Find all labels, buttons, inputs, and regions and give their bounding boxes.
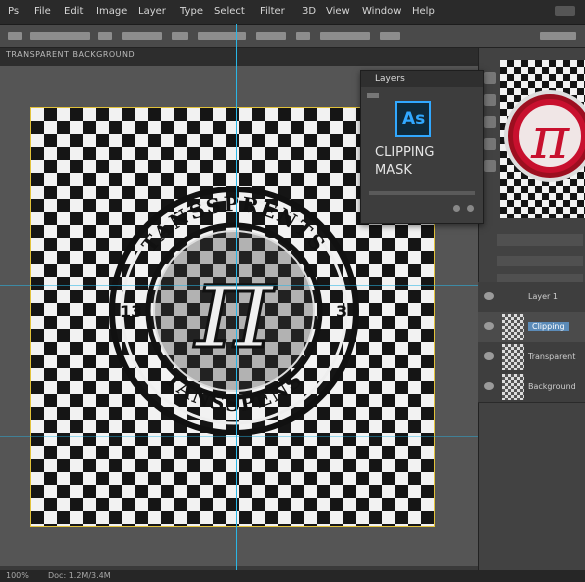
layer-row[interactable]: Background: [478, 372, 585, 403]
option-field[interactable]: [30, 32, 90, 40]
horizontal-guide[interactable]: [0, 436, 478, 437]
panel-tool-icon[interactable]: [484, 138, 496, 150]
layer-name: Background: [528, 382, 576, 391]
status-bar: 100% Doc: 1.2M/3.4M: [0, 570, 585, 582]
preview-pi-glyph: π: [530, 104, 570, 172]
menu-bar: Ps File Edit Image Layer Type Select Fil…: [0, 0, 585, 25]
document-tab[interactable]: TRANSPARENT BACKGROUND: [6, 50, 135, 59]
menu-file[interactable]: File: [34, 6, 51, 17]
mask-icon[interactable]: [453, 205, 460, 212]
layer-name: Clipping: [528, 322, 569, 331]
eye-icon[interactable]: [484, 322, 494, 330]
layer-thumbnail: [502, 344, 524, 370]
panel-tool-icon[interactable]: [484, 72, 496, 84]
search-icon[interactable]: [555, 6, 575, 16]
menu-ps[interactable]: Ps: [8, 6, 19, 17]
layers-popup-panel: Layers As CLIPPING MASK: [360, 70, 484, 224]
eye-icon[interactable]: [484, 352, 494, 360]
menu-edit[interactable]: Edit: [64, 6, 83, 17]
panel-tool-icon[interactable]: [484, 116, 496, 128]
pi-glyph: π: [193, 237, 276, 376]
clipping-mask-label-line1: CLIPPING: [375, 145, 435, 160]
option-field[interactable]: [256, 32, 286, 40]
workspace-switcher[interactable]: [540, 32, 576, 40]
app-logo-icon: As: [395, 101, 431, 137]
option-toggle[interactable]: [98, 32, 112, 40]
layer-name: Layer 1: [528, 292, 558, 301]
preview-badge: π: [504, 90, 585, 182]
popup-header: Layers: [361, 71, 483, 87]
options-bar: [0, 25, 585, 48]
settings-icon[interactable]: [467, 205, 474, 212]
document-ruler: TRANSPARENT BACKGROUND: [0, 48, 500, 67]
layers-filter-bar[interactable]: [497, 256, 583, 266]
layer-row[interactable]: Layer 1: [478, 282, 585, 313]
popup-slider[interactable]: [369, 191, 475, 195]
layer-row[interactable]: Transparent: [478, 342, 585, 373]
layer-thumbnail: [502, 374, 524, 400]
document-info[interactable]: Doc: 1.2M/3.4M: [48, 571, 111, 580]
menu-image[interactable]: Image: [96, 6, 127, 17]
layer-row-selected[interactable]: Clipping: [478, 312, 585, 343]
menu-3d[interactable]: 3D: [302, 6, 316, 17]
option-toggle[interactable]: [296, 32, 310, 40]
panel-tool-icon[interactable]: [484, 160, 496, 172]
horizontal-guide[interactable]: [0, 285, 478, 286]
layers-panel-header: [497, 234, 583, 246]
clipping-mask-label-line2: MASK: [375, 163, 412, 178]
zoom-level[interactable]: 100%: [6, 571, 29, 580]
option-field[interactable]: [198, 32, 246, 40]
navigator-preview: π: [500, 60, 585, 218]
menu-layer[interactable]: Layer: [138, 6, 166, 17]
menu-view[interactable]: View: [326, 6, 350, 17]
logo-left-number: 13: [120, 302, 142, 321]
option-toggle[interactable]: [172, 32, 188, 40]
vertical-guide[interactable]: [236, 24, 237, 570]
menu-help[interactable]: Help: [412, 6, 435, 17]
option-field[interactable]: [122, 32, 162, 40]
tool-preset-icon[interactable]: [8, 32, 22, 40]
layer-thumbnail: [502, 314, 524, 340]
eye-icon[interactable]: [484, 382, 494, 390]
layer-name: Transparent: [528, 352, 576, 361]
eye-icon[interactable]: [484, 292, 494, 300]
logo-artwork[interactable]: TANSSPRENTS TANSSPENS 13 3 π: [98, 187, 370, 435]
menu-filter[interactable]: Filter: [260, 6, 285, 17]
menu-select[interactable]: Select: [214, 6, 245, 17]
option-field[interactable]: [320, 32, 370, 40]
option-toggle[interactable]: [380, 32, 400, 40]
menu-type[interactable]: Type: [180, 6, 203, 17]
app-logo-text: As: [402, 109, 426, 129]
menu-window[interactable]: Window: [362, 6, 401, 17]
panel-tool-icon[interactable]: [484, 94, 496, 106]
popup-title: Layers: [375, 74, 405, 84]
logo-right-number: 3: [336, 302, 347, 321]
popup-menu-icon[interactable]: [367, 93, 379, 98]
